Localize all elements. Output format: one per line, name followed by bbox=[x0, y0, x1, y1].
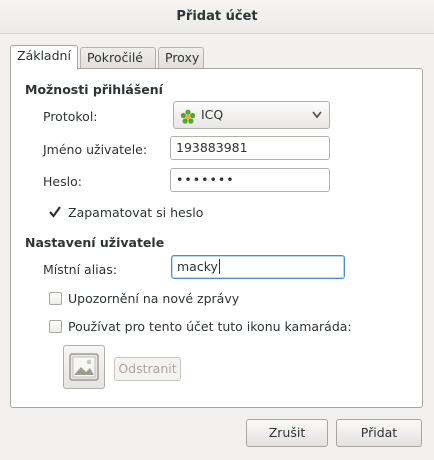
notify-label[interactable]: Upozornění na nové zprávy bbox=[68, 291, 239, 306]
remember-password-label[interactable]: Zapamatovat si heslo bbox=[68, 205, 203, 220]
cancel-button[interactable]: Zrušit bbox=[246, 419, 328, 447]
remember-password-checkbox[interactable] bbox=[49, 205, 62, 218]
chevron-down-icon bbox=[312, 102, 322, 139]
password-input[interactable]: ••••••• bbox=[170, 168, 330, 192]
dialog-title: Přidat účet bbox=[0, 0, 434, 34]
tab-zakladni[interactable]: Základní bbox=[10, 45, 78, 70]
alias-label: Místní alias: bbox=[43, 262, 118, 277]
protocol-value: ICQ bbox=[201, 107, 224, 122]
alias-value: macky bbox=[177, 259, 218, 274]
image-placeholder-icon bbox=[69, 353, 99, 384]
tab-pokrocile[interactable]: Pokročilé bbox=[80, 47, 156, 69]
login-options-heading: Možnosti přihlášení bbox=[25, 82, 163, 97]
text-caret bbox=[218, 259, 220, 274]
username-input[interactable]: 193883981 bbox=[170, 136, 330, 160]
buddy-icon-checkbox[interactable] bbox=[49, 320, 62, 333]
notify-checkbox[interactable] bbox=[49, 292, 62, 305]
alias-input[interactable]: macky bbox=[171, 255, 345, 279]
buddy-icon-label[interactable]: Používat pro tento účet tuto ikonu kamar… bbox=[68, 319, 352, 334]
icq-flower-icon bbox=[180, 108, 196, 124]
protocol-combo[interactable]: ICQ bbox=[173, 101, 330, 129]
remove-icon-button[interactable]: Odstranit bbox=[114, 357, 181, 381]
password-label: Heslo: bbox=[43, 174, 82, 189]
user-settings-heading: Nastavení uživatele bbox=[25, 235, 165, 250]
username-label: Jméno uživatele: bbox=[43, 142, 148, 157]
add-button[interactable]: Přidat bbox=[336, 419, 422, 447]
buddy-icon-button[interactable] bbox=[63, 345, 105, 389]
tab-panel-basic: Možnosti přihlášení Protokol: ICQ Jméno … bbox=[10, 68, 423, 408]
tab-proxy[interactable]: Proxy bbox=[158, 47, 204, 69]
protocol-label: Protokol: bbox=[43, 109, 98, 124]
